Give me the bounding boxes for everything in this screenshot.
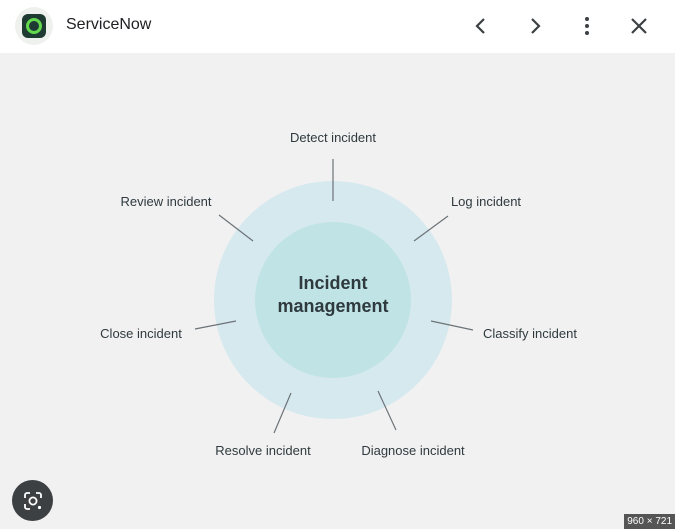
more-options-button[interactable] — [571, 10, 603, 42]
center-title-line2: management — [277, 296, 388, 316]
incident-management-diagram: Incident management Detect incident Log … — [100, 130, 577, 458]
image-viewer: Incident management Detect incident Log … — [0, 53, 675, 529]
lens-search-button[interactable] — [12, 480, 53, 521]
more-vert-icon — [585, 17, 589, 35]
step-label-resolve: Resolve incident — [215, 443, 311, 458]
back-button[interactable] — [465, 10, 497, 42]
step-label-diagnose: Diagnose incident — [361, 443, 465, 458]
forward-button[interactable] — [519, 10, 551, 42]
step-label-log: Log incident — [451, 194, 521, 209]
center-title-line1: Incident — [298, 273, 367, 293]
chevron-left-icon — [475, 18, 485, 34]
step-label-review: Review incident — [120, 194, 211, 209]
close-icon — [631, 18, 647, 34]
servicenow-logo-icon — [15, 7, 53, 45]
top-bar: ServiceNow — [0, 0, 675, 53]
close-button[interactable] — [623, 10, 655, 42]
step-label-close: Close incident — [100, 326, 182, 341]
app-title: ServiceNow — [66, 16, 152, 33]
step-label-classify: Classify incident — [483, 326, 577, 341]
chevron-right-icon — [531, 18, 541, 34]
step-label-detect: Detect incident — [290, 130, 376, 145]
lens-search-icon — [23, 491, 42, 510]
image-dimensions-badge: 960 × 721 — [624, 514, 675, 529]
